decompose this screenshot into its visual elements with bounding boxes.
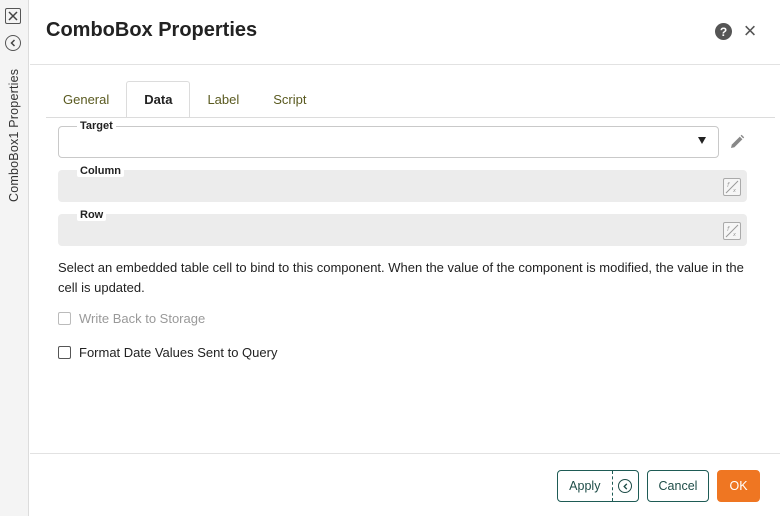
properties-dialog: ComboBox Properties ? × General Data Lab… <box>30 0 780 516</box>
target-select[interactable]: Target <box>58 120 719 158</box>
column-field: Column fx <box>58 165 747 202</box>
svg-text:f: f <box>727 182 730 189</box>
close-icon[interactable]: × <box>741 20 759 42</box>
format-date-option[interactable]: Format Date Values Sent to Query <box>58 345 277 360</box>
ok-button[interactable]: OK <box>717 470 760 502</box>
formula-icon: fx <box>723 178 741 196</box>
tab-script[interactable]: Script <box>256 81 323 118</box>
row-label: Row <box>77 209 107 221</box>
tab-general[interactable]: General <box>46 81 126 118</box>
apply-button-label: Apply <box>569 479 601 493</box>
dialog-header: ComboBox Properties ? × <box>30 0 780 65</box>
tab-bar: General Data Label Script <box>46 81 323 118</box>
write-back-option: Write Back to Storage <box>58 311 205 326</box>
svg-text:x: x <box>732 188 736 194</box>
target-label: Target <box>77 120 116 132</box>
apply-button[interactable]: Apply <box>557 470 639 502</box>
binding-description: Select an embedded table cell to bind to… <box>58 260 744 295</box>
tab-data[interactable]: Data <box>126 81 191 118</box>
write-back-label: Write Back to Storage <box>79 311 206 326</box>
collapsed-side-strip: ComboBox1 Properties <box>0 0 29 516</box>
format-date-checkbox[interactable] <box>58 346 71 359</box>
footer-divider <box>30 453 780 454</box>
close-panel-icon[interactable] <box>5 8 21 24</box>
tab-label[interactable]: Label <box>190 81 256 118</box>
dialog-title: ComboBox Properties <box>46 19 258 41</box>
help-icon[interactable]: ? <box>715 23 732 40</box>
dropdown-arrow-icon[interactable] <box>698 137 706 144</box>
chevron-left-icon[interactable] <box>5 35 21 51</box>
tab-divider <box>46 117 775 118</box>
apply-options-button[interactable] <box>613 479 638 493</box>
cancel-button[interactable]: Cancel <box>647 470 709 502</box>
write-back-checkbox <box>58 312 71 325</box>
row-field: Row fx <box>58 209 747 246</box>
svg-text:x: x <box>732 232 736 238</box>
pencil-icon[interactable] <box>728 133 746 151</box>
column-label: Column <box>77 165 124 177</box>
svg-text:f: f <box>727 226 730 233</box>
format-date-label: Format Date Values Sent to Query <box>79 345 278 360</box>
chevron-left-icon <box>618 479 633 493</box>
side-panel-title: ComboBox1 Properties <box>7 68 21 202</box>
formula-icon: fx <box>723 222 741 240</box>
